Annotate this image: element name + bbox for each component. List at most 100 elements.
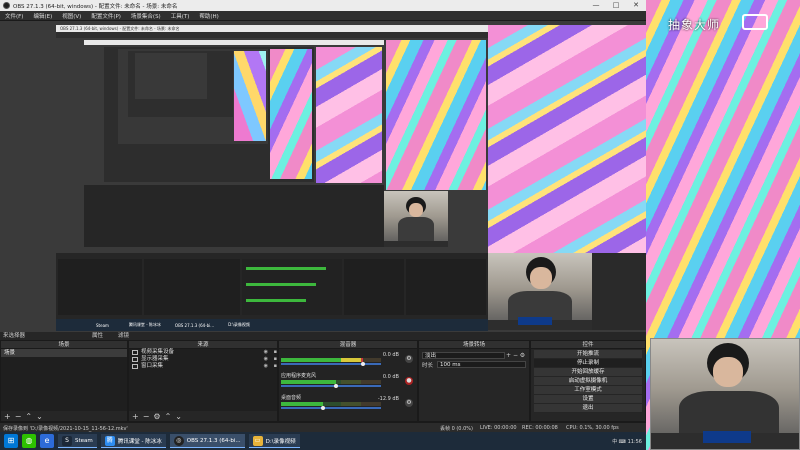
menu-profile[interactable]: 配置文件(P) <box>86 12 126 20</box>
live-timer: LIVE: 00:00:00 <box>480 425 517 431</box>
properties-button[interactable]: 属性 <box>92 332 103 340</box>
dock-title-bar: 来选择器 属性 滤镜 <box>0 332 646 340</box>
source-settings-gear-icon[interactable]: ⚙ <box>153 412 160 421</box>
lock-icon[interactable]: ▪ <box>274 349 277 356</box>
nested-webcam <box>384 191 448 247</box>
volume-slider-knob[interactable] <box>321 406 325 410</box>
task-label: OBS 27.1.3 (64-bi... <box>186 437 241 444</box>
taskbar-task-obs[interactable]: ◎ OBS 27.1.3 (64-bi... <box>169 434 245 448</box>
edge-browser-icon[interactable]: e <box>40 434 54 448</box>
sources-header: 来源 <box>129 341 277 349</box>
live-stream-view: 抽象大师 <box>646 0 800 450</box>
menu-file[interactable]: 文件(F) <box>0 12 28 20</box>
menu-help[interactable]: 帮助(H) <box>194 12 223 20</box>
task-label: D:\录像视频 <box>265 438 296 445</box>
obs-icon: ◎ <box>173 435 184 446</box>
channel-settings-gear-icon[interactable]: ⚙ <box>405 399 413 407</box>
stream-webcam <box>650 338 800 450</box>
transition-settings-gear-icon[interactable]: ⚙ <box>519 352 526 359</box>
move-down-icon[interactable]: ⌄ <box>36 412 43 421</box>
mixer-header: 混音器 <box>279 341 417 349</box>
audio-mixer-panel: 混音器 0.0 dB ⚙ 应用程序麦克风 0.0 dB ● 桌面音频 -12.9… <box>278 340 418 422</box>
filters-button[interactable]: 滤镜 <box>118 332 129 340</box>
volume-slider[interactable] <box>281 363 381 365</box>
task-label: Steam <box>75 437 93 444</box>
volume-slider-knob[interactable] <box>334 384 338 388</box>
source-item[interactable]: 视频采集设备 ◉ ▪ <box>129 349 277 356</box>
visibility-eye-icon[interactable]: ◉ <box>264 356 268 363</box>
dropped-frames-text: 丢帧 0 (0.0%) <box>440 426 473 432</box>
exit-button[interactable]: 退出 <box>534 404 642 413</box>
channel-db: 0.0 dB <box>382 352 399 358</box>
taskbar-task-folder[interactable]: ▭ D:\录像视频 <box>248 434 300 448</box>
move-up-icon[interactable]: ⌃ <box>165 412 172 421</box>
start-replay-buffer-button[interactable]: 开始回放缓存 <box>534 368 642 377</box>
start-virtual-camera-button[interactable]: 启动虚拟摄像机 <box>534 377 642 386</box>
preview-canvas[interactable]: OBS 27.1.3 (64-bit, windows) - 配置文件: 未命名… <box>0 21 646 332</box>
maximize-button[interactable]: □ <box>606 0 626 11</box>
studio-mode-button[interactable]: 工作室模式 <box>534 386 642 395</box>
lock-icon[interactable]: ▪ <box>274 363 277 370</box>
volume-slider[interactable] <box>281 407 381 409</box>
window-title: OBS 27.1.3 (64-bit, windows) - 配置文件: 未命名… <box>13 3 178 10</box>
folder-icon: ▭ <box>252 435 263 446</box>
remove-scene-button[interactable]: − <box>15 412 22 421</box>
nested-task-steam: Steam <box>96 322 109 328</box>
menu-scene-collection[interactable]: 场景集合(S) <box>126 12 166 20</box>
rec-timer: REC: 00:00:08 <box>522 425 558 431</box>
duration-input[interactable]: 100 ms <box>437 361 526 368</box>
visibility-eye-icon[interactable]: ◉ <box>264 349 268 356</box>
windows-taskbar: ⊞ ◍ e S Steam 腾 腾讯课堂 - 陈冰冰 ◎ OBS 27.1.3 … <box>0 432 646 450</box>
dock-area: 场景 场景 + − ⌃ ⌄ 来源 视频采集设备 ◉ ▪ 显示器采集 ◉ ▪ 窗口… <box>0 340 646 422</box>
stop-recording-button[interactable]: 停止录制 <box>534 359 642 368</box>
system-tray[interactable]: 中 ⌨ 11:56 <box>612 438 642 445</box>
window-titlebar: OBS 27.1.3 (64-bit, windows) - 配置文件: 未命名… <box>0 0 646 11</box>
taskbar-task-steam[interactable]: S Steam <box>58 434 97 448</box>
wechat-icon[interactable]: ◍ <box>22 434 36 448</box>
volume-slider[interactable] <box>281 385 381 387</box>
tencent-classroom-icon: 腾 <box>104 435 115 446</box>
nested-titlebar: OBS 27.1.3 (64-bit, windows) - 配置文件: 未命名… <box>56 25 488 32</box>
add-transition-button[interactable]: + <box>505 352 512 359</box>
minimize-button[interactable]: — <box>586 0 606 11</box>
controls-panel: 控件 开始推流 停止录制 开始回放缓存 启动虚拟摄像机 工作室模式 设置 退出 <box>530 340 646 422</box>
move-up-icon[interactable]: ⌃ <box>25 412 32 421</box>
source-label: 窗口采集 <box>141 363 164 369</box>
taskbar-task-tencent[interactable]: 腾 腾讯课堂 - 陈冰冰 <box>100 434 166 448</box>
obs-window: OBS 27.1.3 (64-bit, windows) - 配置文件: 未命名… <box>0 0 646 450</box>
visibility-eye-icon[interactable]: ◉ <box>264 363 268 370</box>
add-scene-button[interactable]: + <box>4 412 11 421</box>
close-button[interactable]: ✕ <box>626 0 646 11</box>
add-source-button[interactable]: + <box>132 412 139 421</box>
lock-icon[interactable]: ▪ <box>274 356 277 363</box>
remove-source-button[interactable]: − <box>143 412 150 421</box>
scenes-header: 场景 <box>1 341 127 349</box>
menu-tools[interactable]: 工具(T) <box>166 12 195 20</box>
window-capture-art <box>488 25 646 253</box>
watermark-logo-icon <box>742 14 768 30</box>
settings-button[interactable]: 设置 <box>534 395 642 404</box>
channel-settings-gear-icon[interactable]: ⚙ <box>405 355 413 363</box>
scene-item[interactable]: 场景 <box>1 349 127 357</box>
transition-type-select[interactable]: 淡出 <box>422 352 505 359</box>
nested-task-folder: D:\录像视频 <box>228 322 250 327</box>
scenes-panel: 场景 场景 + − ⌃ ⌄ <box>0 340 128 422</box>
steam-icon: S <box>62 435 72 446</box>
remove-transition-button[interactable]: − <box>512 352 519 359</box>
obs-logo-icon <box>3 2 10 9</box>
volume-slider-knob[interactable] <box>361 362 365 366</box>
windows-start-icon[interactable]: ⊞ <box>4 434 18 448</box>
mixer-channel: 桌面音频 -12.9 dB ⚙ <box>281 396 415 410</box>
camera-icon <box>132 350 138 355</box>
source-item[interactable]: 显示器采集 ◉ ▪ <box>129 356 277 363</box>
source-item[interactable]: 窗口采集 ◉ ▪ <box>129 363 277 370</box>
source-selection-label: 来选择器 <box>3 333 26 339</box>
start-streaming-button[interactable]: 开始推流 <box>534 350 642 359</box>
menu-edit[interactable]: 编辑(E) <box>28 12 57 20</box>
move-down-icon[interactable]: ⌄ <box>175 412 182 421</box>
status-bar: 保存录像到 'D:/录像视频/2021-10-15_11-56-12.mkv' … <box>0 422 646 432</box>
mixer-channel: 0.0 dB ⚙ <box>281 352 415 366</box>
menu-view[interactable]: 视图(V) <box>57 12 86 20</box>
mute-speaker-icon[interactable]: ● <box>405 377 413 385</box>
channel-db: -12.9 dB <box>377 396 399 402</box>
